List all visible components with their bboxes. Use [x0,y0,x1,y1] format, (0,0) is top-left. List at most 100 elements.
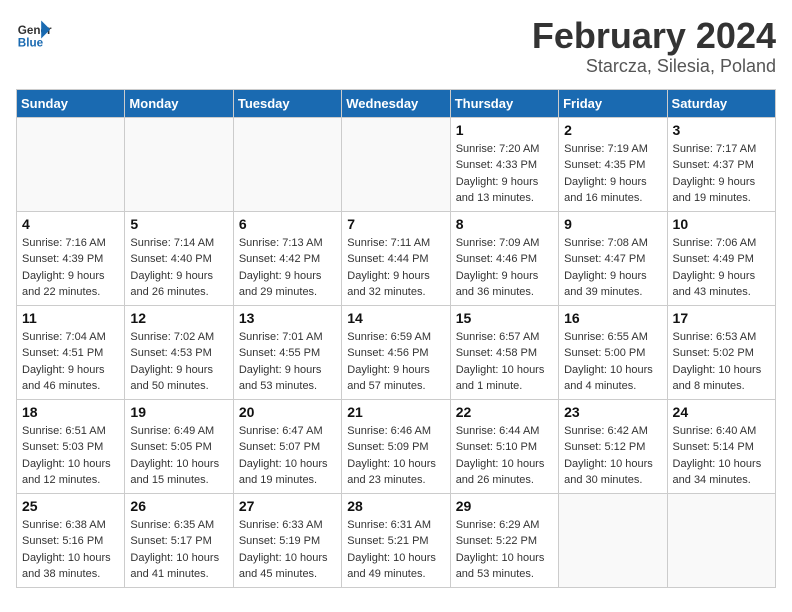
weekday-header-sunday: Sunday [17,89,125,117]
day-number: 11 [22,310,119,326]
logo-icon: General Blue [16,16,52,52]
day-number: 23 [564,404,661,420]
day-cell [667,493,775,587]
day-cell [342,117,450,211]
day-number: 17 [673,310,770,326]
day-cell: 14Sunrise: 6:59 AM Sunset: 4:56 PM Dayli… [342,305,450,399]
day-info: Sunrise: 6:53 AM Sunset: 5:02 PM Dayligh… [673,329,770,395]
day-info: Sunrise: 7:20 AM Sunset: 4:33 PM Dayligh… [456,141,553,207]
day-info: Sunrise: 7:13 AM Sunset: 4:42 PM Dayligh… [239,235,336,301]
weekday-header-saturday: Saturday [667,89,775,117]
day-info: Sunrise: 7:14 AM Sunset: 4:40 PM Dayligh… [130,235,227,301]
day-cell: 19Sunrise: 6:49 AM Sunset: 5:05 PM Dayli… [125,399,233,493]
day-info: Sunrise: 6:51 AM Sunset: 5:03 PM Dayligh… [22,423,119,489]
day-info: Sunrise: 7:06 AM Sunset: 4:49 PM Dayligh… [673,235,770,301]
svg-text:Blue: Blue [18,37,44,50]
day-info: Sunrise: 6:40 AM Sunset: 5:14 PM Dayligh… [673,423,770,489]
day-info: Sunrise: 6:31 AM Sunset: 5:21 PM Dayligh… [347,517,444,583]
title-area: February 2024 Starcza, Silesia, Poland [532,16,776,77]
day-info: Sunrise: 6:44 AM Sunset: 5:10 PM Dayligh… [456,423,553,489]
day-cell: 26 Sunrise: 6:35 AM Sunset: 5:17 PM Dayli… [125,493,233,587]
day-number: 5 [130,216,227,232]
day-info: Sunrise: 6:55 AM Sunset: 5:00 PM Dayligh… [564,329,661,395]
header: General Blue February 2024 Starcza, Sile… [16,16,776,77]
day-cell: 25Sunrise: 6:38 AM Sunset: 5:16 PM Dayli… [17,493,125,587]
day-number: 8 [456,216,553,232]
day-number: 12 [130,310,227,326]
day-info: Sunrise: 7:11 AM Sunset: 4:44 PM Dayligh… [347,235,444,301]
day-cell: 9 Sunrise: 7:08 AM Sunset: 4:47 PM Daylig… [559,211,667,305]
day-number: 6 [239,216,336,232]
day-cell: 2 Sunrise: 7:19 AM Sunset: 4:35 PM Daylig… [559,117,667,211]
day-info: Sunrise: 6:59 AM Sunset: 4:56 PM Dayligh… [347,329,444,395]
day-number: 16 [564,310,661,326]
day-number: 3 [673,122,770,138]
day-cell: 4 Sunrise: 7:16 AM Sunset: 4:39 PM Daylig… [17,211,125,305]
day-cell: 22 Sunrise: 6:44 AM Sunset: 5:10 PM Dayli… [450,399,558,493]
location: Starcza, Silesia, Poland [532,56,776,77]
weekday-header-monday: Monday [125,89,233,117]
day-number: 27 [239,498,336,514]
day-cell: 17 Sunrise: 6:53 AM Sunset: 5:02 PM Dayli… [667,305,775,399]
day-cell: 21 Sunrise: 6:46 AM Sunset: 5:09 PM Dayli… [342,399,450,493]
day-number: 1 [456,122,553,138]
weekday-header-friday: Friday [559,89,667,117]
day-cell: 3 Sunrise: 7:17 AM Sunset: 4:37 PM Daylig… [667,117,775,211]
day-number: 10 [673,216,770,232]
week-row-1: 1 Sunrise: 7:20 AM Sunset: 4:33 PM Daylig… [17,117,776,211]
day-info: Sunrise: 7:01 AM Sunset: 4:55 PM Dayligh… [239,329,336,395]
day-number: 13 [239,310,336,326]
day-number: 24 [673,404,770,420]
day-number: 26 [130,498,227,514]
day-info: Sunrise: 7:17 AM Sunset: 4:37 PM Dayligh… [673,141,770,207]
day-cell: 20Sunrise: 6:47 AM Sunset: 5:07 PM Dayli… [233,399,341,493]
day-number: 4 [22,216,119,232]
day-cell [233,117,341,211]
day-cell: 16 Sunrise: 6:55 AM Sunset: 5:00 PM Dayli… [559,305,667,399]
calendar: SundayMondayTuesdayWednesdayThursdayFrid… [16,89,776,588]
week-row-4: 18Sunrise: 6:51 AM Sunset: 5:03 PM Dayli… [17,399,776,493]
day-cell: 1 Sunrise: 7:20 AM Sunset: 4:33 PM Daylig… [450,117,558,211]
weekday-header-row: SundayMondayTuesdayWednesdayThursdayFrid… [17,89,776,117]
day-number: 19 [130,404,227,420]
day-cell [125,117,233,211]
day-number: 28 [347,498,444,514]
day-number: 2 [564,122,661,138]
day-cell: 10 Sunrise: 7:06 AM Sunset: 4:49 PM Dayli… [667,211,775,305]
day-info: Sunrise: 6:42 AM Sunset: 5:12 PM Dayligh… [564,423,661,489]
day-info: Sunrise: 7:08 AM Sunset: 4:47 PM Dayligh… [564,235,661,301]
day-number: 15 [456,310,553,326]
day-cell [17,117,125,211]
day-info: Sunrise: 6:33 AM Sunset: 5:19 PM Dayligh… [239,517,336,583]
day-number: 21 [347,404,444,420]
weekday-header-wednesday: Wednesday [342,89,450,117]
day-cell: 18Sunrise: 6:51 AM Sunset: 5:03 PM Dayli… [17,399,125,493]
day-info: Sunrise: 6:29 AM Sunset: 5:22 PM Dayligh… [456,517,553,583]
day-info: Sunrise: 7:09 AM Sunset: 4:46 PM Dayligh… [456,235,553,301]
day-cell: 12 Sunrise: 7:02 AM Sunset: 4:53 PM Dayli… [125,305,233,399]
day-cell: 15 Sunrise: 6:57 AM Sunset: 4:58 PM Dayli… [450,305,558,399]
day-cell: 13 Sunrise: 7:01 AM Sunset: 4:55 PM Dayli… [233,305,341,399]
day-info: Sunrise: 6:46 AM Sunset: 5:09 PM Dayligh… [347,423,444,489]
day-cell: 24 Sunrise: 6:40 AM Sunset: 5:14 PM Dayli… [667,399,775,493]
week-row-3: 11 Sunrise: 7:04 AM Sunset: 4:51 PM Dayli… [17,305,776,399]
day-cell: 28 Sunrise: 6:31 AM Sunset: 5:21 PM Dayli… [342,493,450,587]
day-number: 9 [564,216,661,232]
day-number: 29 [456,498,553,514]
month-year: February 2024 [532,16,776,56]
day-cell [559,493,667,587]
day-info: Sunrise: 6:35 AM Sunset: 5:17 PM Dayligh… [130,517,227,583]
day-number: 22 [456,404,553,420]
day-info: Sunrise: 7:19 AM Sunset: 4:35 PM Dayligh… [564,141,661,207]
day-info: Sunrise: 7:04 AM Sunset: 4:51 PM Dayligh… [22,329,119,395]
week-row-5: 25Sunrise: 6:38 AM Sunset: 5:16 PM Dayli… [17,493,776,587]
day-cell: 27 Sunrise: 6:33 AM Sunset: 5:19 PM Dayli… [233,493,341,587]
day-cell: 5 Sunrise: 7:14 AM Sunset: 4:40 PM Daylig… [125,211,233,305]
day-info: Sunrise: 6:57 AM Sunset: 4:58 PM Dayligh… [456,329,553,395]
logo: General Blue [16,16,52,52]
day-info: Sunrise: 7:16 AM Sunset: 4:39 PM Dayligh… [22,235,119,301]
weekday-header-thursday: Thursday [450,89,558,117]
day-info: Sunrise: 6:38 AM Sunset: 5:16 PM Dayligh… [22,517,119,583]
day-info: Sunrise: 7:02 AM Sunset: 4:53 PM Dayligh… [130,329,227,395]
day-number: 7 [347,216,444,232]
